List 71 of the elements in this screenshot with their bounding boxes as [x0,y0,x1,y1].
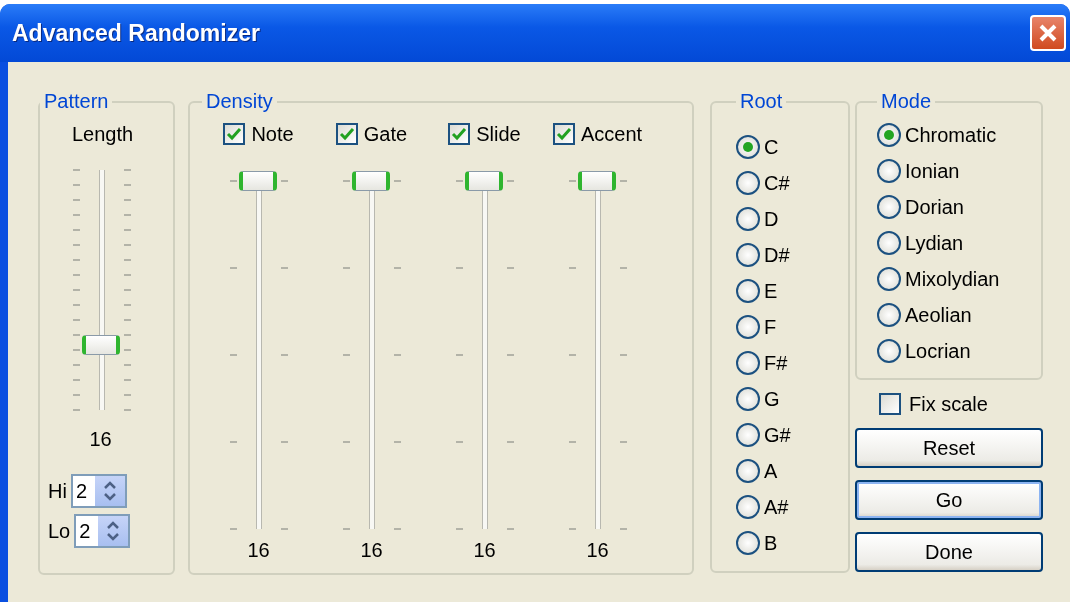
radio-button[interactable] [736,459,760,483]
radio-label: G [764,387,780,411]
radio-button[interactable] [736,315,760,339]
slider-value: 16 [360,539,383,562]
dialog-button[interactable]: Done [855,532,1043,572]
slider-value: 16 [586,539,609,562]
radio-button[interactable] [736,531,760,555]
radio-button[interactable] [877,195,901,219]
radio-button[interactable] [877,159,901,183]
radio-label: D# [764,243,790,267]
radio-label: D [764,207,779,231]
slider-thumb[interactable] [577,171,616,191]
radio-label: A# [764,495,789,519]
radio-label: Lydian [905,231,964,255]
radio-label: B [764,531,778,555]
radio-button[interactable] [877,267,901,291]
radio-button[interactable] [877,231,901,255]
group-title: Density [205,90,274,113]
radio-label: Ionian [905,159,960,183]
radio-label: Chromatic [905,123,997,147]
checkbox-label: Accent [580,122,643,146]
checkbox[interactable] [448,123,471,145]
radio-label: C [764,135,779,159]
radio-button[interactable] [736,207,760,231]
dialog-button[interactable]: Go [855,480,1043,520]
checkbox[interactable] [552,123,575,145]
spinner-label: Hi [48,479,67,503]
slider-value: 16 [247,539,270,562]
spinner-label: Lo [48,519,71,543]
radio-button[interactable] [736,351,760,375]
radio-button[interactable] [736,279,760,303]
radio-button[interactable] [736,423,760,447]
radio-button[interactable] [877,123,901,147]
group-title: Mode [880,90,933,113]
radio-label: F [764,315,777,339]
radio-button[interactable] [877,303,901,327]
slider-thumb[interactable] [464,171,503,191]
slider-thumb[interactable] [238,171,277,191]
radio-label: Locrian [905,339,971,363]
radio-button[interactable] [736,495,760,519]
radio-label: E [764,279,778,303]
checkbox-label: Gate [363,122,408,146]
radio-button[interactable] [736,135,760,159]
radio-label: Aeolian [905,303,972,327]
checkbox-label: Slide [476,122,521,146]
slider-label: Length [71,123,134,146]
checkbox-label: Note [251,122,294,146]
group-title: Root [739,90,784,113]
radio-button[interactable] [877,339,901,363]
radio-label: Mixolydian [905,267,1000,291]
radio-label: G# [764,423,791,447]
radio-button[interactable] [736,387,760,411]
close-button[interactable] [1030,15,1066,51]
radio-label: C# [764,171,790,195]
group-title: Pattern [43,90,110,113]
slider-value: 16 [89,428,112,451]
checkbox[interactable] [879,393,901,415]
radio-label: Dorian [905,195,964,219]
slider-thumb[interactable] [81,335,120,356]
slider-thumb[interactable] [351,171,390,191]
radio-label: F# [764,351,788,375]
checkbox[interactable] [335,123,358,145]
close-icon [1038,23,1058,43]
dialog-button[interactable]: Reset [855,428,1043,468]
radio-button[interactable] [736,243,760,267]
radio-label: A [764,459,778,483]
slider-value: 16 [473,539,496,562]
radio-button[interactable] [736,171,760,195]
checkbox-label: Fix scale [909,392,988,416]
window-title: Advanced Randomizer [12,19,260,47]
checkbox[interactable] [223,123,246,145]
